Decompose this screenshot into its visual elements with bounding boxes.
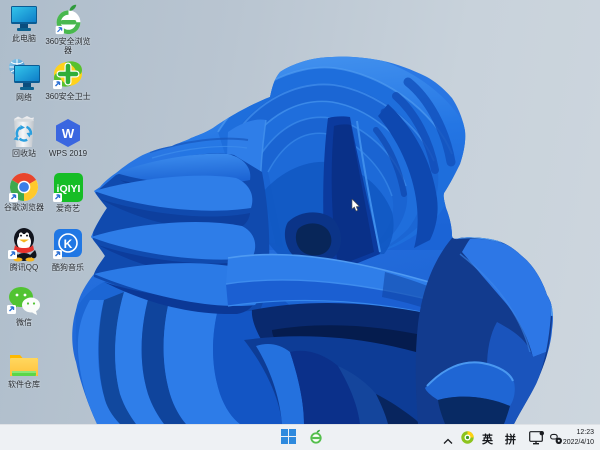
svg-text:K: K (64, 237, 73, 251)
svg-text:W: W (62, 126, 75, 141)
